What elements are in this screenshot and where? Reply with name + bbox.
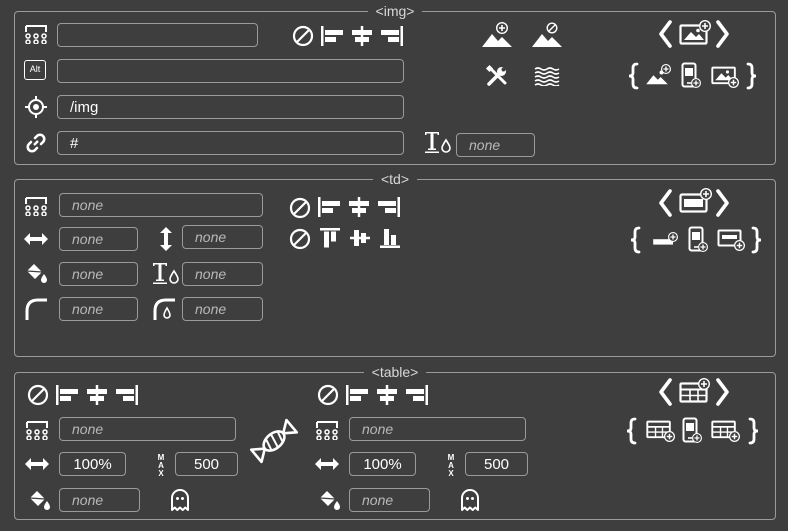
link-icon xyxy=(25,132,47,154)
candy-icon[interactable] xyxy=(249,416,299,466)
brace-right-icon xyxy=(748,417,760,445)
chevron-right-icon[interactable] xyxy=(716,20,730,48)
align-center-icon[interactable] xyxy=(349,25,375,47)
border-radius-icon xyxy=(24,297,48,321)
td-panel: <td> xyxy=(14,171,776,357)
align-right-icon[interactable] xyxy=(113,384,139,406)
align-right-icon[interactable] xyxy=(403,384,429,406)
valign-middle-icon[interactable] xyxy=(349,227,371,249)
target-icon xyxy=(25,96,47,118)
brace-right-icon xyxy=(746,62,758,90)
image-add-icon[interactable] xyxy=(481,21,515,49)
class-icon xyxy=(24,24,48,44)
align-left-icon[interactable] xyxy=(345,384,371,406)
td-radius-input[interactable] xyxy=(59,297,138,321)
table-inner-class-input[interactable] xyxy=(349,417,526,441)
brace-left-icon xyxy=(629,226,641,254)
img-alt-input[interactable] xyxy=(57,59,404,83)
width-icon xyxy=(314,456,340,472)
align-none-icon[interactable] xyxy=(292,25,314,47)
img-href-input[interactable] xyxy=(57,131,404,155)
td-height-input[interactable] xyxy=(182,225,263,249)
chevron-right-icon[interactable] xyxy=(716,189,730,217)
inline-image-add-icon[interactable] xyxy=(645,64,673,88)
img-text-color-input[interactable] xyxy=(456,133,535,157)
chevron-left-icon[interactable] xyxy=(658,189,672,217)
table-class-input[interactable] xyxy=(59,417,236,441)
framed-table-add-icon[interactable] xyxy=(711,418,743,444)
img-class-input[interactable] xyxy=(57,23,258,47)
text-color-icon xyxy=(152,261,182,285)
align-left-icon[interactable] xyxy=(320,25,346,47)
table-inner-max-width-input[interactable] xyxy=(465,452,528,476)
table-inner-bg-color-input[interactable] xyxy=(349,488,430,512)
background-color-icon xyxy=(27,489,51,511)
text-color-icon xyxy=(424,130,454,154)
table-max-width-input[interactable] xyxy=(175,452,238,476)
ghost-icon[interactable] xyxy=(170,488,190,512)
max-width-label: M A X xyxy=(157,453,165,478)
align-right-icon[interactable] xyxy=(375,196,401,218)
align-none-icon[interactable] xyxy=(317,384,339,406)
border-radius-color-icon xyxy=(152,297,178,321)
height-icon xyxy=(158,226,174,252)
class-icon xyxy=(24,196,48,216)
table-inner-width-input[interactable] xyxy=(349,452,416,476)
align-left-icon[interactable] xyxy=(55,384,81,406)
width-icon xyxy=(23,231,49,247)
width-icon xyxy=(24,456,50,472)
add-table-block-icon[interactable] xyxy=(679,378,715,406)
align-right-icon[interactable] xyxy=(378,25,404,47)
alt-text-icon: Alt xyxy=(24,60,46,80)
framed-image-add-icon[interactable] xyxy=(711,64,741,90)
max-width-label: M A X xyxy=(447,453,455,478)
img-src-input[interactable] xyxy=(57,95,404,119)
brace-left-icon xyxy=(627,62,639,90)
add-cell-block-icon[interactable] xyxy=(679,188,715,216)
background-color-icon xyxy=(317,489,341,511)
framed-cell-add-icon[interactable] xyxy=(717,228,747,254)
class-icon xyxy=(315,420,339,440)
add-image-block-icon[interactable] xyxy=(679,20,715,48)
image-none-icon[interactable] xyxy=(531,21,565,49)
mobile-cell-add-icon[interactable] xyxy=(688,226,710,254)
class-icon xyxy=(25,420,49,440)
brace-left-icon xyxy=(625,417,637,445)
td-width-input[interactable] xyxy=(59,227,138,251)
chevron-left-icon[interactable] xyxy=(658,20,672,48)
valign-bottom-icon[interactable] xyxy=(379,227,401,249)
ghost-icon[interactable] xyxy=(460,488,480,512)
td-text-color-input[interactable] xyxy=(182,262,263,286)
align-none-icon[interactable] xyxy=(27,384,49,406)
valign-top-icon[interactable] xyxy=(319,227,341,249)
bar-cell-add-icon[interactable] xyxy=(652,230,680,252)
td-bg-color-input[interactable] xyxy=(59,262,138,286)
background-color-icon xyxy=(24,262,48,284)
align-left-icon[interactable] xyxy=(317,196,343,218)
valign-none-icon[interactable] xyxy=(289,228,311,250)
table-bg-color-input[interactable] xyxy=(59,488,140,512)
waves-icon[interactable] xyxy=(534,66,560,86)
mobile-table-add-icon[interactable] xyxy=(682,417,704,445)
table-width-input[interactable] xyxy=(59,452,126,476)
brace-right-icon xyxy=(751,226,763,254)
td-panel-legend: <td> xyxy=(15,171,775,187)
align-center-icon[interactable] xyxy=(374,384,400,406)
img-panel-legend: <img> xyxy=(15,3,775,19)
align-center-icon[interactable] xyxy=(346,196,372,218)
table-panel: <table> M A X M A X xyxy=(14,364,776,520)
td-radius-color-input[interactable] xyxy=(182,297,263,321)
img-panel: <img> Alt xyxy=(14,3,776,165)
align-center-icon[interactable] xyxy=(84,384,110,406)
align-none-icon[interactable] xyxy=(289,197,311,219)
chevron-left-icon[interactable] xyxy=(658,378,672,406)
table-add-icon[interactable] xyxy=(646,418,678,444)
tools-icon[interactable] xyxy=(485,64,509,88)
mobile-image-add-icon[interactable] xyxy=(681,62,703,90)
td-class-input[interactable] xyxy=(59,193,263,217)
chevron-right-icon[interactable] xyxy=(716,378,730,406)
